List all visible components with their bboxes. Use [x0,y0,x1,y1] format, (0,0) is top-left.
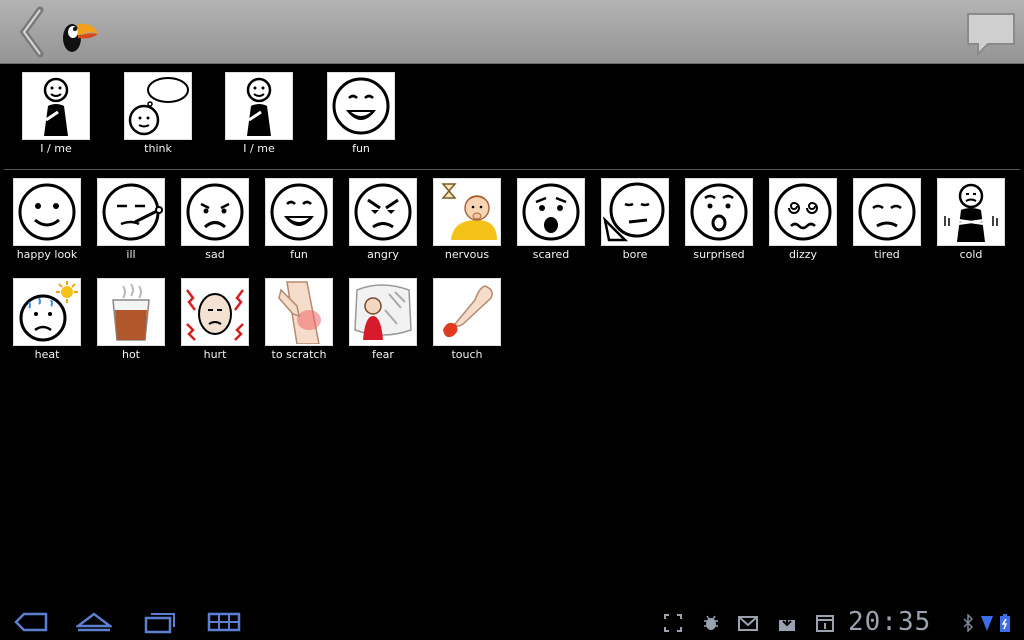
toucan-logo-icon [60,14,100,54]
sentence-item-label: fun [352,142,370,155]
tired-face-icon [858,183,916,241]
grid-item-label: angry [367,248,399,261]
grid-item-label: nervous [444,248,490,261]
sentence-divider [4,169,1020,170]
grid-item-ill[interactable]: ill [97,178,165,262]
system-bar: 20:35 [0,604,1024,640]
download-icon [779,615,795,631]
grid-item-label: to scratch [271,348,327,361]
sentence-item-label: I / me [243,142,275,155]
grid-item-label: fear [372,348,394,361]
grid-item-label: happy look [16,248,78,261]
grid-item-heat[interactable]: heat [13,278,81,362]
cold-person-icon [944,183,998,242]
sentence-item-label: I / me [40,142,72,155]
gmail-icon [738,616,758,631]
grid-item-cold[interactable]: cold [937,178,1005,262]
grid-item-touch[interactable]: touch [433,278,501,362]
grid-item-label: touch [451,348,483,361]
sentence-strip: I / me think I / me fun [0,64,1024,168]
scared-face-icon [522,183,580,241]
nav-menu-button[interactable] [206,608,242,636]
grid-item-happy-look[interactable]: happy look [13,178,81,262]
grid-item-scared[interactable]: scared [517,178,585,262]
keyboard-grid-icon [207,612,241,632]
fun-face-icon [332,77,390,135]
grid-item-label: heat [34,348,60,361]
grid-item-label: hurt [203,348,227,361]
hot-drink-icon [112,283,150,341]
expand-icon [664,614,682,632]
sentence-item-think[interactable]: think [124,72,192,156]
grid-item-nervous[interactable]: nervous [433,178,501,262]
grid-item-label: scared [532,248,570,261]
sentence-item-i-me[interactable]: I / me [22,72,90,156]
nav-recent-apps-button[interactable] [142,608,178,636]
back-arrow-icon [14,612,48,632]
clock: 20:35 [848,607,932,637]
grid-item-label: cold [959,248,983,261]
grid-item-fear[interactable]: fear [349,278,417,362]
wifi-signal-icon [981,616,993,631]
calendar-icon [816,615,834,632]
grid-item-label: bore [622,248,648,261]
grid-item-label: surprised [693,248,745,261]
bluetooth-icon [963,614,974,632]
grid-item-hurt[interactable]: hurt [181,278,249,362]
sentence-item-label: think [144,142,172,155]
touching-finger-icon [443,285,493,338]
grid-item-label: fun [290,248,308,261]
nervous-person-icon [441,183,497,240]
fear-person-icon [354,284,412,340]
debug-bug-icon [704,615,718,630]
speech-bubble-button[interactable] [964,10,1018,58]
back-button[interactable] [12,6,48,58]
heat-face-icon [19,281,78,342]
sentence-item-fun[interactable]: fun [327,72,395,156]
grid-item-sad[interactable]: sad [181,178,249,262]
dizzy-face-icon [774,183,832,241]
bored-face-icon [603,182,665,242]
ill-face-icon [102,183,163,241]
fun-face-icon [270,183,328,241]
sentence-item-i-me[interactable]: I / me [225,72,293,156]
grid-item-bore[interactable]: bore [601,178,669,262]
grid-item-tired[interactable]: tired [853,178,921,262]
hurt-face-icon [186,289,244,341]
home-icon [76,612,112,632]
grid-item-angry[interactable]: angry [349,178,417,262]
speech-bubble-icon [967,13,1015,57]
chevron-left-icon [19,6,44,58]
grid-item-surprised[interactable]: surprised [685,178,753,262]
battery-icon [1000,614,1010,632]
sad-face-icon [186,183,244,241]
nav-back-button[interactable] [12,608,48,636]
grid-item-label: tired [874,248,900,261]
grid-item-label: sad [205,248,225,261]
grid-item-fun[interactable]: fun [265,178,333,262]
angry-face-icon [354,183,412,241]
grid-item-label: dizzy [788,248,818,261]
grid-item-hot[interactable]: hot [97,278,165,362]
person-pointing-self-icon [246,77,272,136]
happy-face-icon [18,183,76,241]
surprised-face-icon [690,183,748,241]
grid-item-to-scratch[interactable]: to scratch [265,278,333,362]
grid-item-label: ill [126,248,136,261]
action-bar [0,0,1024,64]
recent-apps-icon [144,613,175,634]
nav-home-button[interactable] [76,608,112,636]
grid-item-dizzy[interactable]: dizzy [769,178,837,262]
scratching-arm-icon [278,281,321,344]
thinking-person-icon [128,77,189,136]
person-pointing-self-icon [43,77,69,136]
grid-item-label: hot [121,348,140,361]
